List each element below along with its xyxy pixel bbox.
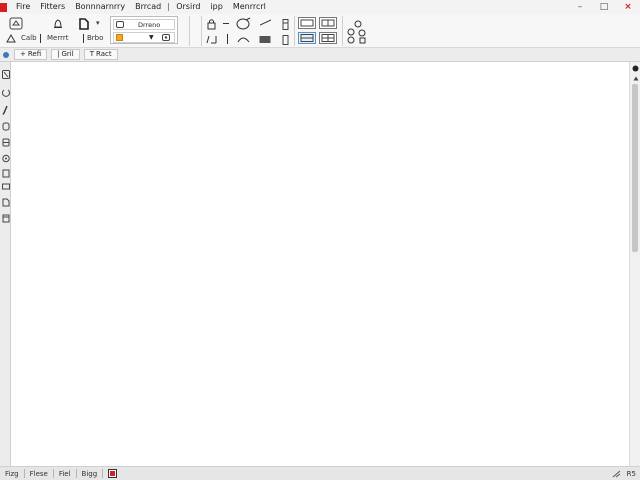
menu-item-ipp[interactable]: ipp [205, 0, 227, 14]
cursor-icon [80, 33, 86, 43]
left-tool-sidebar [0, 62, 11, 466]
color-dropdown-arrow[interactable]: ▼ [149, 34, 154, 41]
tab-gril[interactable]: | Gril [51, 49, 80, 60]
status-bar: Fizg Flese Fiel Bigg R5 [0, 466, 640, 480]
node-graph-icon[interactable] [344, 19, 368, 45]
menu-item-fitters[interactable]: Fitters [35, 0, 70, 14]
vertical-scrollbar[interactable] [629, 62, 640, 466]
close-button[interactable]: × [616, 0, 640, 14]
menu-item-bonnnarnrry[interactable]: Bonnnarnrry [70, 0, 130, 14]
window-controls: – □ × [568, 0, 640, 14]
select-tool-icon[interactable] [1, 69, 10, 79]
eraser-icon[interactable] [1, 121, 10, 131]
status-item-fizg[interactable]: Fizg [0, 467, 24, 480]
layout-quad-pane-button[interactable] [319, 32, 337, 44]
status-item-bigg[interactable]: Bigg [77, 467, 103, 480]
tab-label: Refi [27, 50, 42, 58]
dropdown-caret[interactable]: ▾ [96, 19, 100, 27]
menu-separator [168, 3, 170, 11]
minimize-button[interactable]: – [568, 0, 592, 14]
pipe-icon[interactable] [281, 34, 289, 45]
menu-item-menrrcrl[interactable]: Menrrcrl [228, 0, 271, 14]
tab-status-dot [3, 51, 9, 58]
tab-label: Gril [61, 50, 74, 58]
style-preset-field[interactable]: Drreno [113, 19, 175, 30]
bell-icon[interactable] [51, 17, 65, 31]
scroll-up-icon[interactable] [631, 64, 640, 73]
box-icon[interactable] [1, 213, 10, 223]
drawing-canvas[interactable] [11, 62, 629, 466]
record-icon[interactable] [108, 469, 118, 478]
maximize-button[interactable]: □ [592, 0, 616, 14]
status-right: R5 [612, 467, 636, 480]
triangle-icon[interactable] [5, 33, 16, 43]
tab-prefix: + [20, 50, 26, 58]
tab-ract[interactable]: T Ract [83, 49, 118, 60]
document-tab-bar: + Refi | Gril T Ract [0, 48, 640, 62]
label-merrrt[interactable]: Merrrt [47, 34, 68, 42]
fill-rect-icon[interactable] [258, 33, 271, 44]
text-cursor-icon[interactable] [223, 33, 232, 44]
resize-grip-icon[interactable] [612, 470, 621, 478]
label-calb[interactable]: Calb [21, 34, 37, 42]
frame-icon[interactable] [1, 168, 10, 178]
style-preset-label: Drreno [138, 20, 161, 29]
document-icon[interactable] [78, 17, 90, 30]
file-icon[interactable] [1, 197, 10, 207]
ribbon-toolbar: Calb Merrrt ▾ Brbo Drreno ▼ [0, 14, 640, 48]
label-brbo[interactable]: Brbo [87, 34, 103, 42]
arrow-right-icon[interactable] [222, 20, 230, 26]
layers-icon[interactable] [1, 137, 10, 147]
comment-icon[interactable] [1, 182, 10, 192]
status-separator [102, 469, 104, 478]
tab-prefix: T [89, 50, 94, 58]
preset-icon [116, 21, 124, 28]
pipe-icon[interactable] [281, 18, 289, 30]
menu-item-fire[interactable]: Fire [11, 0, 35, 14]
target-icon[interactable] [1, 153, 10, 163]
layout-grid-pane-button[interactable] [298, 32, 316, 44]
curve-tool-icon[interactable] [236, 33, 250, 44]
style-selector[interactable]: Drreno ▼ [110, 16, 178, 44]
menu-bar: Fire Fitters Bonnnarnrry Brrcad Orsird i… [0, 0, 640, 14]
ribbon-separator [342, 16, 343, 46]
status-item-flese[interactable]: Flese [25, 467, 53, 480]
menu-item-orsird[interactable]: Orsird [171, 0, 205, 14]
ribbon-separator [189, 16, 190, 46]
rotate-tool-icon[interactable] [205, 33, 219, 44]
lasso-icon[interactable] [234, 16, 252, 30]
fill-color-swatch[interactable] [116, 34, 123, 41]
tab-refi[interactable]: + Refi [14, 49, 48, 60]
ribbon-separator [201, 16, 202, 46]
home-icon[interactable] [8, 16, 24, 30]
scroll-up-arrow-icon[interactable] [631, 74, 640, 83]
style-color-field[interactable]: ▼ [113, 32, 175, 43]
status-item-fiel[interactable]: Fiel [54, 467, 76, 480]
cursor-icon [38, 33, 43, 43]
rotate-icon[interactable] [1, 87, 10, 97]
color-picker-icon[interactable] [161, 34, 170, 41]
tab-label: Ract [95, 50, 112, 58]
pen-tool-icon[interactable] [1, 105, 10, 115]
lock-icon[interactable] [206, 17, 216, 30]
layout-single-pane-button[interactable] [298, 17, 316, 29]
menu-item-brrcad[interactable]: Brrcad [130, 0, 166, 14]
line-tool-icon[interactable] [259, 18, 271, 26]
tab-prefix: | [57, 50, 60, 58]
ribbon-separator [294, 16, 295, 46]
layout-split-pane-button[interactable] [319, 17, 337, 29]
scrollbar-thumb[interactable] [632, 84, 638, 252]
status-zoom-level[interactable]: R5 [627, 470, 636, 478]
app-logo-icon[interactable] [0, 2, 7, 12]
